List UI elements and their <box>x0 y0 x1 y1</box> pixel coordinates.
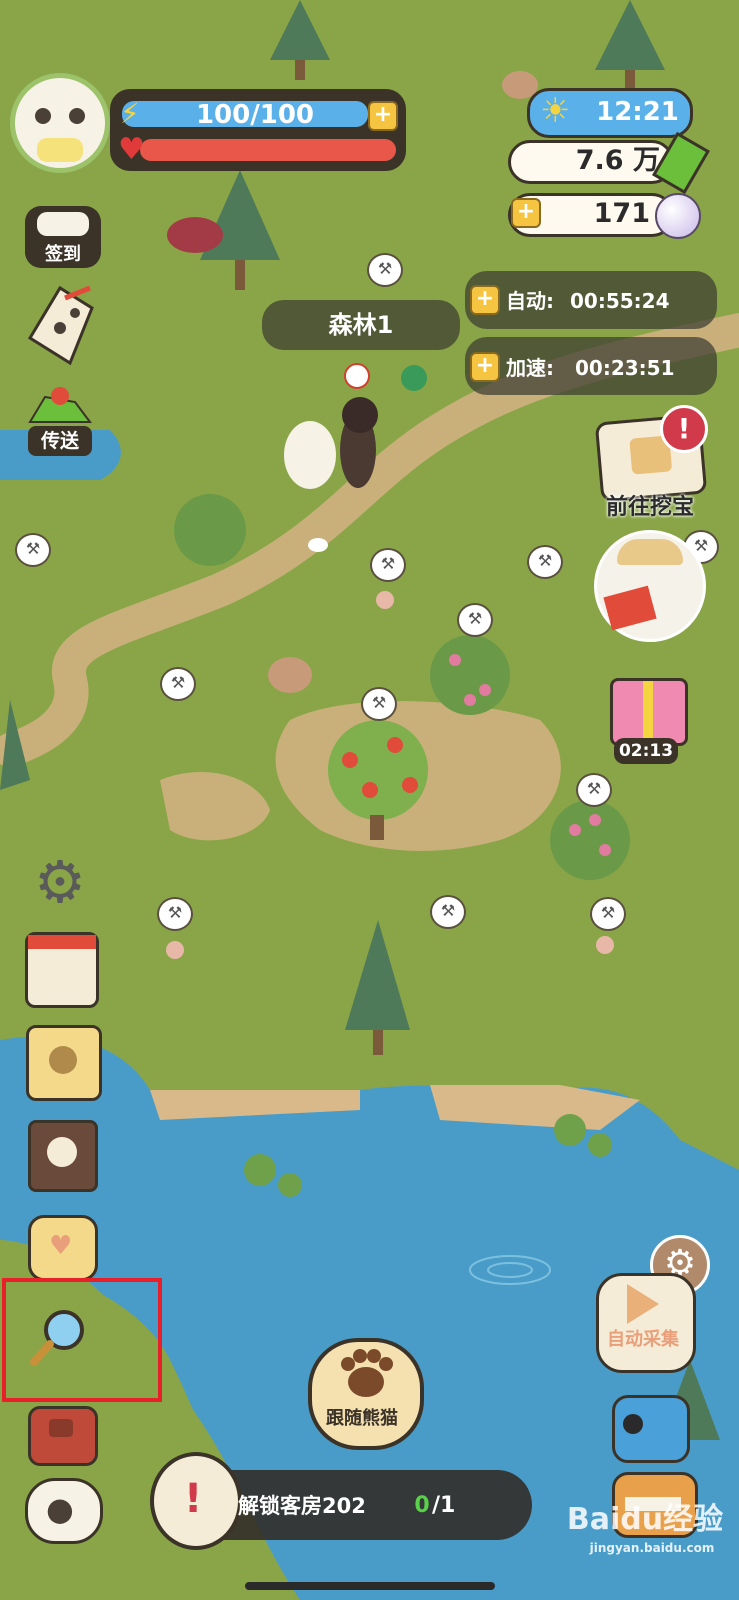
add-pearls-button[interactable]: + <box>511 198 541 228</box>
quest-progress-current: 0 <box>414 1493 430 1518</box>
red-book-icon <box>603 585 657 631</box>
tag-button[interactable] <box>26 1025 102 1101</box>
axe-bubble-icon[interactable]: ⚒ <box>15 533 51 567</box>
avatar[interactable] <box>10 73 110 173</box>
axe-bubble-icon[interactable]: ⚒ <box>367 253 403 287</box>
recipe-book-button[interactable] <box>28 1120 98 1192</box>
speed-timer-value: 00:23:51 <box>575 356 675 380</box>
speed-timer-label: 加速: <box>506 356 554 380</box>
map-icon <box>27 285 94 366</box>
gift-timer: 02:13 <box>614 738 678 764</box>
paw-icon <box>341 1349 393 1397</box>
axe-bubble-icon[interactable]: ⚒ <box>590 897 626 931</box>
axe-bubble-icon[interactable]: ⚒ <box>527 545 563 579</box>
highlight-box <box>2 1278 162 1402</box>
add-energy-button[interactable]: + <box>368 101 398 131</box>
follow-panda-label: 跟随熊猫 <box>326 1408 398 1429</box>
lightning-icon: ⚡ <box>120 97 140 130</box>
teleport-label: 传送 <box>28 426 92 456</box>
map-button[interactable] <box>20 278 100 368</box>
auto-timer-label: 自动: <box>506 289 554 313</box>
add-auto-time-button[interactable]: + <box>470 285 500 315</box>
backpack-icon <box>49 1419 73 1437</box>
axe-bubble-icon[interactable]: ⚒ <box>370 548 406 582</box>
axe-bubble-icon[interactable]: ⚒ <box>361 687 397 721</box>
calendar-button[interactable] <box>25 932 99 1008</box>
merchant-npc-button[interactable] <box>594 530 706 642</box>
calendar-icon <box>28 935 96 949</box>
coins-value: 7.6 万 <box>575 145 660 176</box>
whistle-icon <box>623 1414 643 1434</box>
tag-icon <box>49 1046 77 1074</box>
quest-label: 解锁客房202 <box>238 1494 366 1518</box>
outfit-button[interactable]: ♥ <box>28 1215 98 1281</box>
axe-bubble-icon[interactable]: ⚒ <box>160 667 196 701</box>
panda-icon <box>37 212 89 236</box>
pearl-icon <box>655 193 701 239</box>
energy-value: 100/100 <box>195 100 315 130</box>
sun-icon: ☀ <box>540 91 571 131</box>
straw-hat-icon <box>617 539 683 565</box>
auto-collect-label: 自动采集 <box>607 1329 679 1350</box>
axe-bubble-icon[interactable]: ⚒ <box>457 603 493 637</box>
clipboard-alert-icon: ! <box>184 1476 203 1522</box>
paw-icon: ● <box>46 1490 74 1528</box>
book-icon <box>47 1137 77 1167</box>
treasure-label: 前往挖宝 <box>605 495 694 520</box>
play-icon <box>627 1284 659 1324</box>
gift-icon <box>643 681 653 743</box>
watermark-url: jingyan.baidu.com <box>589 1541 715 1555</box>
add-speed-time-button[interactable]: + <box>470 352 500 382</box>
signin-label: 签到 <box>45 244 81 265</box>
pearls-value: 171 <box>593 198 650 229</box>
settings-gear-button[interactable]: ⚙ <box>28 850 92 914</box>
axe-bubble-icon[interactable]: ⚒ <box>576 773 612 807</box>
heart-icon: ♥ <box>118 132 145 167</box>
auto-timer-value: 00:55:24 <box>570 289 670 313</box>
health-bar <box>140 139 396 161</box>
axe-bubble-icon[interactable]: ⚒ <box>430 895 466 929</box>
home-indicator <box>245 1582 495 1590</box>
watermark: Baidu经验 <box>566 1502 724 1537</box>
paw-menu-button[interactable]: ● <box>25 1478 103 1544</box>
quest-progress-total: /1 <box>432 1493 456 1518</box>
heart-shirt-icon: ♥ <box>49 1231 73 1261</box>
gift-button[interactable] <box>610 678 688 746</box>
location-name: 森林1 <box>328 311 394 339</box>
auto-collect-button[interactable] <box>596 1273 696 1373</box>
game-time: 12:21 <box>596 97 679 127</box>
axe-bubble-icon[interactable]: ⚒ <box>157 897 193 931</box>
teleport-map-icon <box>28 387 92 423</box>
backpack-button[interactable] <box>28 1406 98 1466</box>
alert-badge: ! <box>660 405 708 453</box>
whistle-button[interactable] <box>612 1395 690 1463</box>
gear-icon: ⚙ <box>34 848 86 916</box>
quest-clipboard-button[interactable]: ! <box>150 1452 242 1550</box>
